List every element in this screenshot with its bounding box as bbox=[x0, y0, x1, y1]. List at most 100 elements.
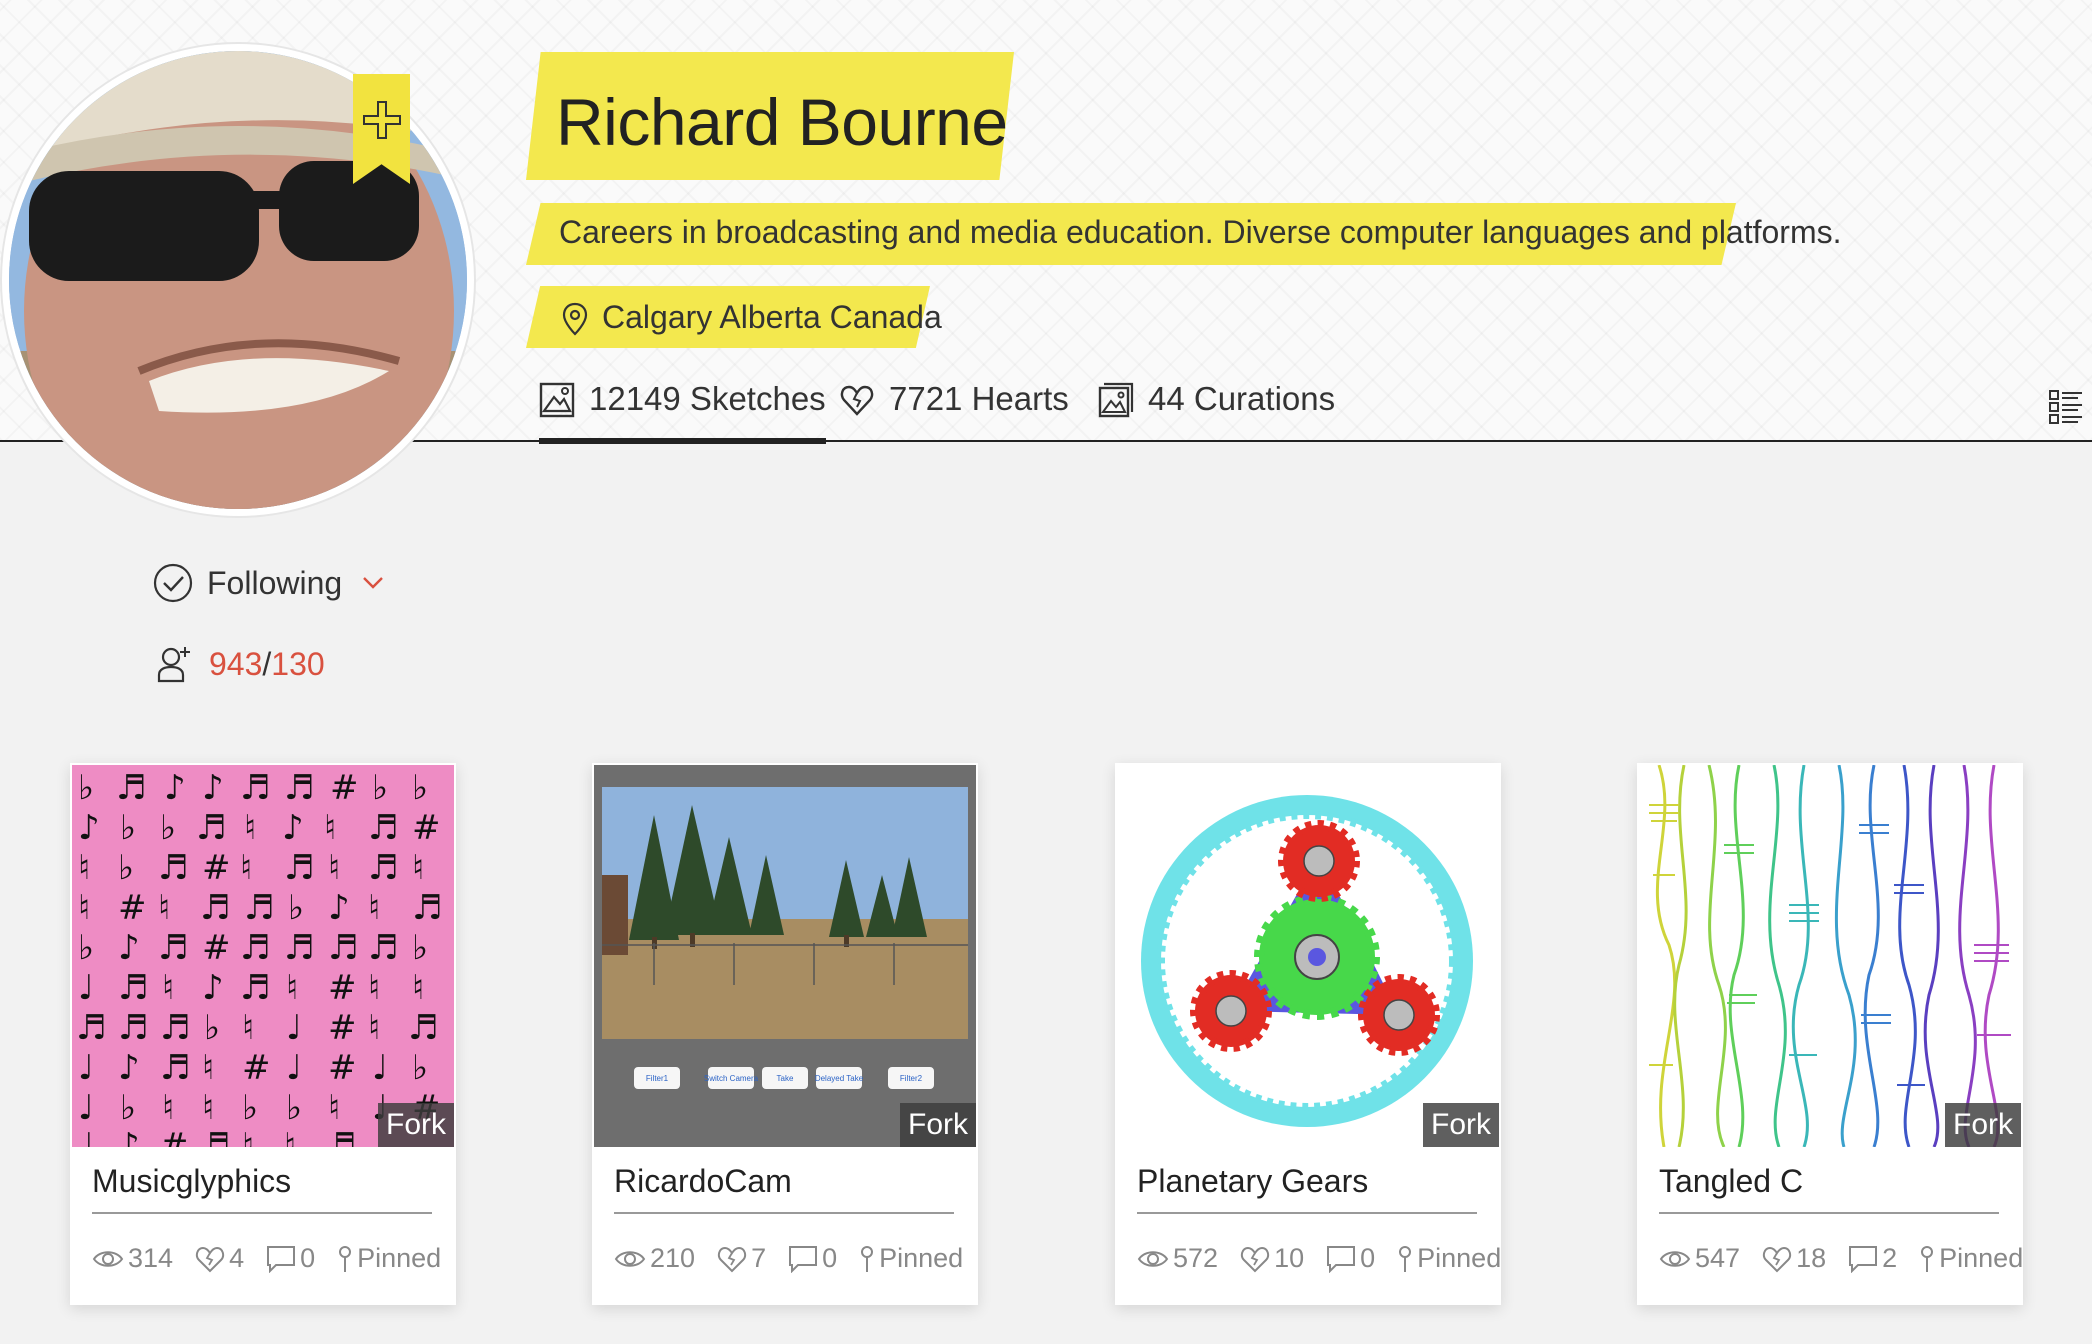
svg-text:♪: ♪ bbox=[282, 808, 304, 848]
svg-text:#: # bbox=[412, 808, 441, 848]
svg-text:♪: ♪ bbox=[118, 1126, 140, 1147]
sketch-title[interactable]: RicardoCam bbox=[614, 1163, 954, 1214]
pin-stat[interactable]: Pinned bbox=[337, 1243, 441, 1274]
comments-count: 0 bbox=[300, 1243, 316, 1273]
sun-gear bbox=[1254, 894, 1380, 1020]
svg-text:♬: ♬ bbox=[76, 1008, 106, 1048]
fork-button[interactable]: Fork bbox=[1423, 1103, 1499, 1147]
svg-text:♬: ♬ bbox=[240, 768, 270, 808]
heart-icon bbox=[840, 385, 874, 416]
location-pin-icon bbox=[562, 302, 588, 336]
comments-stat[interactable]: 2 bbox=[1848, 1243, 1897, 1274]
hearts-count: 4 bbox=[229, 1243, 245, 1273]
check-circle-icon bbox=[153, 563, 193, 603]
heart-icon bbox=[1240, 1246, 1270, 1272]
followers-number[interactable]: 943 bbox=[209, 646, 262, 682]
planetary-gears-thumbnail bbox=[1117, 765, 1499, 1147]
hearts-stat[interactable]: 4 bbox=[195, 1243, 244, 1274]
svg-text:♭: ♭ bbox=[120, 1088, 136, 1128]
svg-text:♮: ♮ bbox=[368, 968, 380, 1008]
svg-text:♬: ♬ bbox=[284, 768, 314, 808]
tab-hearts[interactable]: 7721 Hearts bbox=[839, 380, 1069, 438]
svg-text:♬: ♬ bbox=[240, 968, 270, 1008]
svg-text:♭: ♭ bbox=[242, 1088, 258, 1128]
views-count: 572 bbox=[1173, 1243, 1219, 1273]
sketch-thumbnail[interactable] bbox=[1117, 765, 1499, 1147]
svg-text:♮: ♮ bbox=[202, 1048, 214, 1088]
svg-text:♬: ♬ bbox=[408, 1008, 438, 1048]
fork-button[interactable]: Fork bbox=[900, 1103, 976, 1147]
hearts-stat[interactable]: 10 bbox=[1240, 1243, 1304, 1274]
hearts-stat[interactable]: 18 bbox=[1762, 1243, 1826, 1274]
sketch-title[interactable]: Planetary Gears bbox=[1137, 1163, 1477, 1214]
svg-text:#: # bbox=[160, 1126, 189, 1147]
svg-text:♩: ♩ bbox=[286, 1048, 302, 1088]
svg-text:♭: ♭ bbox=[412, 928, 428, 968]
sketch-stats: 210 7 0 Pinned bbox=[614, 1243, 974, 1274]
filter2-button: Filter2 bbox=[900, 1074, 923, 1083]
svg-text:♭: ♭ bbox=[372, 768, 388, 808]
sketch-thumbnail[interactable] bbox=[1639, 765, 2021, 1147]
eye-icon bbox=[1659, 1250, 1691, 1267]
views-stat: 314 bbox=[92, 1243, 173, 1274]
svg-text:♭: ♭ bbox=[412, 768, 428, 808]
svg-text:♬: ♬ bbox=[158, 848, 188, 888]
sketch-card[interactable]: ♭ ♬ ♪ ♪ ♬ ♬ # ♭ ♭ ♪ ♭ ♭ ♬ ♮ ♪ ♮ ♬ # ♮ ♭ ♬ # ♮ ♬ ♮ ♬ ♮ ♮ # ♮ ♬ ♬ ♭ ♪ ♮ ♬ … bbox=[70, 763, 456, 1305]
svg-text:♮: ♮ bbox=[242, 1008, 254, 1048]
sketch-title[interactable]: Musicglyphics bbox=[92, 1163, 432, 1214]
svg-text:#: # bbox=[330, 768, 359, 808]
svg-text:#: # bbox=[202, 848, 231, 888]
sketch-title[interactable]: Tangled C bbox=[1659, 1163, 1999, 1214]
comments-count: 0 bbox=[1360, 1243, 1376, 1273]
svg-text:♬: ♬ bbox=[412, 888, 442, 928]
hearts-stat[interactable]: 7 bbox=[717, 1243, 766, 1274]
plus-icon bbox=[362, 101, 401, 139]
pin-icon bbox=[1399, 1245, 1412, 1272]
svg-text:♬: ♬ bbox=[368, 848, 398, 888]
svg-text:♭: ♭ bbox=[78, 928, 94, 968]
svg-text:♬: ♬ bbox=[160, 1048, 190, 1088]
sketch-thumbnail[interactable]: Filter1 Switch Camera Take Delayed Take … bbox=[594, 765, 976, 1147]
svg-text:♪: ♪ bbox=[202, 968, 224, 1008]
svg-text:♬: ♬ bbox=[284, 928, 314, 968]
sketch-card[interactable]: Fork Tangled C 547 18 2 Pinned bbox=[1637, 763, 2023, 1305]
pin-stat[interactable]: Pinned bbox=[859, 1243, 963, 1274]
views-stat: 210 bbox=[614, 1243, 695, 1274]
comments-stat[interactable]: 0 bbox=[1326, 1243, 1375, 1274]
musicglyphics-thumbnail: ♭ ♬ ♪ ♪ ♬ ♬ # ♭ ♭ ♪ ♭ ♭ ♬ ♮ ♪ ♮ ♬ # ♮ ♭ ♬ # ♮ ♬ ♮ ♬ ♮ ♮ # ♮ ♬ ♬ ♭ ♪ ♮ ♬ … bbox=[72, 765, 454, 1147]
svg-text:♪: ♪ bbox=[118, 928, 140, 968]
following-number[interactable]: 130 bbox=[271, 646, 324, 682]
following-dropdown[interactable]: Following bbox=[153, 563, 384, 603]
hearts-count: 18 bbox=[1796, 1243, 1827, 1273]
pinned-label: Pinned bbox=[1939, 1243, 2024, 1273]
pinned-label: Pinned bbox=[879, 1243, 964, 1273]
sketch-card[interactable]: Fork Planetary Gears 572 10 0 Pinned bbox=[1115, 763, 1501, 1305]
pin-icon bbox=[1921, 1245, 1934, 1272]
svg-text:♭: ♭ bbox=[286, 1088, 302, 1128]
sketch-card[interactable]: Filter1 Switch Camera Take Delayed Take … bbox=[592, 763, 978, 1305]
svg-text:#: # bbox=[242, 1048, 271, 1088]
switch-camera-button: Switch Camera bbox=[704, 1074, 759, 1083]
comments-stat[interactable]: 0 bbox=[266, 1243, 315, 1274]
comments-stat[interactable]: 0 bbox=[788, 1243, 837, 1274]
svg-text:♮: ♮ bbox=[244, 808, 256, 848]
tab-curations[interactable]: 44 Curations bbox=[1098, 380, 1335, 438]
fork-button[interactable]: Fork bbox=[1945, 1103, 2021, 1147]
svg-text:♬: ♬ bbox=[244, 888, 274, 928]
tab-label: 12149 Sketches bbox=[589, 380, 826, 417]
hearts-count: 7 bbox=[751, 1243, 767, 1273]
profile-location: Calgary Alberta Canada bbox=[602, 299, 942, 335]
svg-text:♭: ♭ bbox=[118, 848, 134, 888]
tab-sketches[interactable]: 12149 Sketches bbox=[539, 380, 826, 444]
sketch-thumbnail[interactable]: ♭ ♬ ♪ ♪ ♬ ♬ # ♭ ♭ ♪ ♭ ♭ ♬ ♮ ♪ ♮ ♬ # ♮ ♭ ♬ # ♮ ♬ ♮ ♬ ♮ ♮ # ♮ ♬ ♬ ♭ ♪ ♮ ♬ … bbox=[72, 765, 454, 1147]
fork-button[interactable]: Fork bbox=[378, 1103, 454, 1147]
svg-text:♭: ♭ bbox=[78, 768, 94, 808]
pin-stat[interactable]: Pinned bbox=[1919, 1243, 2023, 1274]
comment-icon bbox=[267, 1245, 296, 1273]
pin-stat[interactable]: Pinned bbox=[1397, 1243, 1501, 1274]
delayed-take-button: Delayed Take bbox=[815, 1074, 864, 1083]
comment-icon bbox=[1849, 1245, 1878, 1273]
views-stat: 547 bbox=[1659, 1243, 1740, 1274]
pin-icon bbox=[861, 1245, 874, 1272]
list-view-toggle-icon[interactable] bbox=[2048, 388, 2084, 424]
